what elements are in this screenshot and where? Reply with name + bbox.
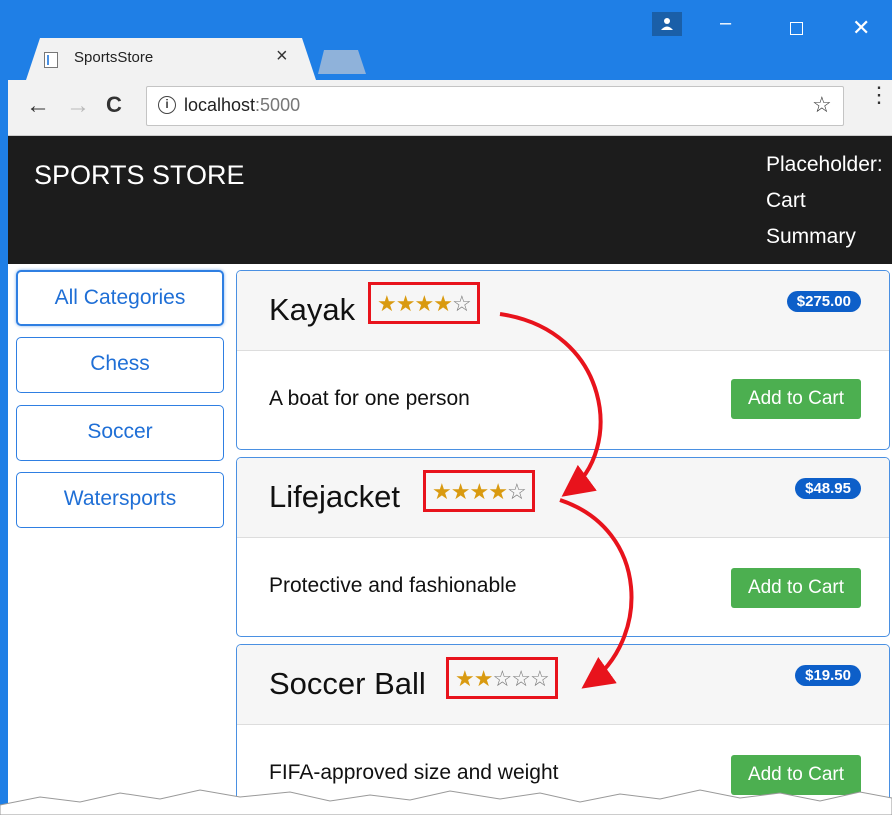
- forward-arrow-icon[interactable]: →: [66, 92, 90, 120]
- star-empty-icon: ☆: [451, 291, 472, 316]
- cart-summary: Placeholder: Cart Summary: [766, 147, 883, 255]
- star-filled-icon: ★: [450, 479, 471, 504]
- tab-title: SportsStore: [74, 49, 154, 66]
- star-empty-icon: ☆: [492, 666, 512, 691]
- browser-tab[interactable]: [26, 38, 316, 80]
- product-card: Kayak ★★★★☆ $275.00 A boat for one perso…: [236, 270, 890, 450]
- product-name: Soccer Ball: [269, 666, 426, 701]
- star-empty-icon: ☆: [529, 666, 550, 691]
- star-filled-icon: ★: [488, 479, 508, 504]
- star-rating: ★★★★☆: [432, 475, 527, 509]
- star-filled-icon: ★: [455, 666, 475, 691]
- star-icon[interactable]: ☆: [812, 92, 832, 118]
- url-port: :5000: [255, 95, 301, 115]
- add-to-cart-button[interactable]: Add to Cart: [731, 568, 861, 608]
- back-arrow-icon[interactable]: ←: [26, 92, 50, 120]
- info-icon[interactable]: i: [158, 96, 176, 114]
- cart-summary-line: Cart: [766, 189, 806, 212]
- cart-summary-line: Summary: [766, 225, 856, 248]
- product-description: Protective and fashionable: [269, 574, 517, 597]
- category-button-chess[interactable]: Chess: [16, 337, 224, 393]
- star-filled-icon: ★: [377, 291, 397, 316]
- torn-edge: [0, 789, 892, 815]
- price-badge: $48.95: [795, 478, 861, 499]
- cart-summary-line: Placeholder:: [766, 153, 883, 176]
- rating-highlight-box: ★★★★☆: [423, 470, 535, 512]
- reload-icon[interactable]: C: [106, 92, 122, 118]
- star-filled-icon: ★: [432, 479, 452, 504]
- window-close-icon[interactable]: ✕: [852, 15, 870, 41]
- page-header: [8, 136, 892, 264]
- star-filled-icon: ★: [395, 291, 416, 316]
- price-badge: $275.00: [786, 291, 861, 312]
- star-filled-icon: ★: [473, 666, 494, 691]
- rating-highlight-box: ★★☆☆☆: [446, 657, 558, 699]
- maximize-icon[interactable]: [790, 22, 803, 35]
- window-edge: [0, 80, 8, 815]
- star-empty-icon: ☆: [511, 666, 531, 691]
- star-empty-icon: ☆: [506, 479, 527, 504]
- new-tab-button[interactable]: [318, 50, 366, 74]
- category-button-watersports[interactable]: Watersports: [16, 472, 224, 528]
- product-description: A boat for one person: [269, 387, 470, 410]
- file-icon: [44, 52, 58, 68]
- star-rating: ★★☆☆☆: [455, 662, 550, 696]
- menu-dots-icon[interactable]: ⋮: [868, 84, 890, 106]
- url-text[interactable]: localhost:5000: [184, 95, 300, 116]
- product-card: Lifejacket ★★★★☆ $48.95 Protective and f…: [236, 457, 890, 637]
- product-name: Kayak: [269, 292, 356, 327]
- brand-title: SPORTS STORE: [34, 160, 245, 190]
- close-icon[interactable]: ×: [276, 45, 288, 68]
- profile-icon[interactable]: [652, 12, 682, 36]
- category-button-soccer[interactable]: Soccer: [16, 405, 224, 461]
- star-filled-icon: ★: [433, 291, 453, 316]
- category-button-all[interactable]: All Categories: [16, 270, 224, 326]
- minimize-icon[interactable]: –: [720, 12, 731, 35]
- star-filled-icon: ★: [414, 291, 434, 316]
- add-to-cart-button[interactable]: Add to Cart: [731, 379, 861, 419]
- star-rating: ★★★★☆: [377, 287, 472, 321]
- product-name: Lifejacket: [269, 479, 400, 514]
- rating-highlight-box: ★★★★☆: [368, 282, 480, 324]
- price-badge: $19.50: [795, 665, 861, 686]
- url-host: localhost: [184, 95, 256, 115]
- star-filled-icon: ★: [469, 479, 489, 504]
